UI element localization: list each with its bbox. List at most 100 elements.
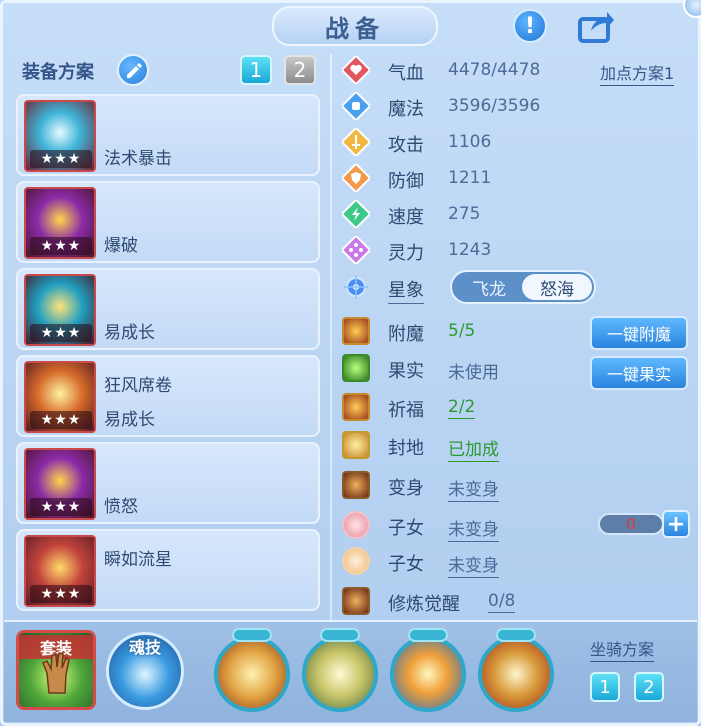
stat-label: 灵力: [388, 243, 424, 264]
stat-label: 魔法: [388, 99, 424, 120]
mount-plan-title[interactable]: 坐骑方案: [590, 636, 655, 662]
stat-value: 275: [448, 204, 481, 224]
equipment-card-helmet[interactable]: ★★★ 爆破: [16, 181, 320, 263]
weapon-icon: ★★★: [24, 100, 96, 172]
stat-mp: 魔法 3596/3596: [340, 90, 690, 122]
star-sign-toggle[interactable]: 飞龙 怒海: [450, 270, 596, 304]
wave-icon: [390, 636, 466, 712]
enchant-icon: [342, 317, 370, 345]
extra-transform: 变身 未变身: [340, 469, 690, 502]
star-rating: ★★★: [30, 411, 92, 429]
dragon-crest-icon: [496, 628, 536, 642]
necklace-icon: ★★★: [24, 274, 96, 346]
stat-label[interactable]: 星象: [388, 276, 424, 304]
equipment-card-armor[interactable]: ★★★ 愤怒: [16, 442, 320, 524]
extra-value[interactable]: 未变身: [448, 515, 499, 542]
boots-icon: ★★★: [24, 535, 96, 607]
stat-attack: 攻击 1106: [340, 126, 690, 158]
extra-cultivation: 修炼觉醒 0/8: [340, 585, 690, 617]
extra-value: 未使用: [448, 363, 499, 383]
edit-plan-button[interactable]: [117, 54, 149, 86]
equipment-card-necklace[interactable]: ★★★ 易成长: [16, 268, 320, 350]
equipment-plan-2-button[interactable]: 2: [284, 55, 316, 85]
star-sign-icon: [342, 273, 370, 301]
extra-label: 子女: [388, 518, 424, 539]
extra-child-2: 子女 未变身: [340, 545, 690, 578]
belt-icon: ★★★: [24, 361, 96, 433]
equipment-card-belt[interactable]: ★★★ 狂风席卷 易成长: [16, 355, 320, 437]
extra-value: 5/5: [448, 321, 476, 341]
fist-icon: [214, 636, 290, 712]
star-option-feilong[interactable]: 飞龙: [454, 274, 524, 300]
transform-icon: [342, 471, 370, 499]
stat-spirit: 灵力 1243: [340, 234, 690, 266]
star-rating: ★★★: [30, 498, 92, 516]
extra-value[interactable]: 已加成: [448, 435, 499, 462]
cultivation-icon: [342, 587, 370, 615]
dragon-crest-icon: [408, 628, 448, 642]
child-counter: 0: [598, 513, 664, 535]
star-option-nuhai[interactable]: 怒海: [522, 274, 592, 300]
skill-orb-1[interactable]: [212, 628, 292, 714]
praying-figure-icon: [302, 636, 378, 712]
stat-value: 3596/3596: [448, 96, 541, 116]
spirit-icon: [342, 236, 370, 264]
extra-fief: 封地 已加成: [340, 429, 690, 462]
mount-plan-2-button[interactable]: 2: [634, 672, 664, 702]
bless-icon: [342, 393, 370, 421]
share-icon: [578, 12, 614, 43]
equipment-plan-1-button[interactable]: 1: [240, 55, 272, 85]
stat-label: 防御: [388, 171, 424, 192]
dragon-crest-icon: [232, 628, 272, 642]
divider: [330, 54, 332, 620]
skill-orb-4[interactable]: [476, 628, 556, 714]
skill-orb-2[interactable]: [300, 628, 380, 714]
one-click-enchant-button[interactable]: 一键附魔: [590, 316, 688, 350]
extra-label: 果实: [388, 361, 424, 382]
extra-label: 子女: [388, 554, 424, 575]
stat-hp: 气血 4478/4478: [340, 54, 690, 86]
lightning-icon: [342, 200, 370, 228]
sword-icon: [342, 128, 370, 156]
extra-label: 附魔: [388, 324, 424, 345]
exclamation-icon: !: [513, 9, 547, 43]
equipment-header: 装备方案 1 2: [22, 52, 322, 88]
heart-icon: [342, 56, 370, 84]
extra-label: 修炼觉醒: [388, 594, 460, 615]
warrior-icon: [478, 636, 554, 712]
dragon-crest-icon: [320, 628, 360, 642]
star-rating: ★★★: [30, 150, 92, 168]
plus-button[interactable]: +: [662, 510, 690, 538]
suit-button[interactable]: 套装: [16, 630, 96, 710]
pencil-icon: [127, 63, 142, 78]
extra-value[interactable]: 未变身: [448, 475, 499, 502]
stat-label: 攻击: [388, 135, 424, 156]
equipment-card-weapon[interactable]: ★★★ 法术暴击: [16, 94, 320, 176]
extra-label: 祈福: [388, 400, 424, 421]
share-button[interactable]: [576, 6, 616, 46]
mount-plan-1-button[interactable]: 1: [590, 672, 620, 702]
one-click-fruit-button[interactable]: 一键果实: [590, 356, 688, 390]
extra-value[interactable]: 0/8: [488, 591, 516, 613]
fruit-icon: [342, 354, 370, 382]
extra-value[interactable]: 2/2: [448, 397, 476, 419]
equipment-effect: 易成长: [104, 410, 155, 430]
extra-bless: 祈福 2/2: [340, 391, 690, 423]
skill-orb-3[interactable]: [388, 628, 468, 714]
hand-icon: [42, 652, 70, 694]
stat-value: 1211: [448, 168, 492, 188]
soul-skill-label: 魂技: [128, 638, 161, 657]
star-rating: ★★★: [30, 585, 92, 603]
equipment-card-boots[interactable]: ★★★ 瞬如流星: [16, 529, 320, 611]
info-button[interactable]: !: [510, 6, 550, 46]
extra-value[interactable]: 未变身: [448, 551, 499, 578]
equipment-title: 装备方案: [22, 62, 94, 83]
panel-title: 战备: [272, 6, 438, 46]
helmet-icon: ★★★: [24, 187, 96, 259]
stat-label: 速度: [388, 207, 424, 228]
extra-label: 变身: [388, 478, 424, 499]
equipment-effect: 法术暴击: [104, 149, 172, 169]
stat-speed: 速度 275: [340, 198, 690, 230]
equipment-effect: 狂风席卷: [104, 376, 172, 396]
equipment-effect: 易成长: [104, 323, 155, 343]
